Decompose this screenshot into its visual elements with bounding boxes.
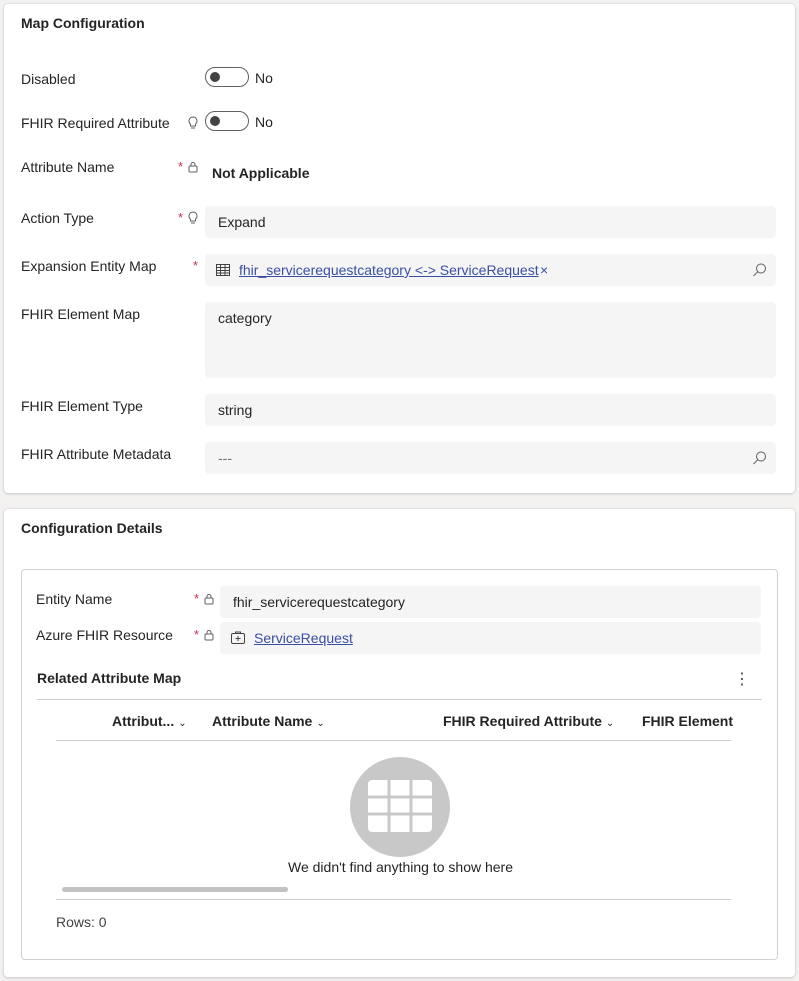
fhir-required-value: No — [255, 114, 273, 130]
column-header-label: Attribut... — [112, 713, 175, 729]
fhir-attribute-metadata-label: FHIR Attribute Metadata — [21, 446, 172, 462]
azure-fhir-resource-link[interactable]: ServiceRequest — [254, 622, 353, 654]
remove-icon[interactable]: × — [540, 254, 548, 286]
empty-state-message: We didn't find anything to show here — [288, 859, 513, 875]
column-header-label: FHIR Required Attribute — [443, 713, 602, 729]
azure-fhir-resource-field[interactable]: ServiceRequest — [220, 622, 761, 654]
entity-name-field[interactable]: fhir_servicerequestcategory — [220, 586, 761, 618]
empty-grid-icon — [350, 757, 450, 857]
fhir-attribute-metadata-field[interactable]: --- — [205, 442, 776, 474]
horizontal-scrollbar[interactable] — [62, 887, 288, 892]
expansion-entity-map-link[interactable]: fhir_servicerequestcategory <-> ServiceR… — [239, 254, 539, 286]
quick-view-form: Entity Name * fhir_servicerequestcategor… — [21, 569, 778, 960]
required-marker: * — [194, 591, 200, 606]
required-marker: * — [194, 627, 200, 642]
expansion-entity-map-field[interactable]: fhir_servicerequestcategory <-> ServiceR… — [205, 254, 776, 286]
column-header-attribute-name[interactable]: Attribute Name ⌄ — [212, 713, 325, 729]
lock-icon — [204, 630, 214, 641]
column-header-fhir-required[interactable]: FHIR Required Attribute ⌄ — [443, 713, 614, 729]
grid-header: Attribut... ⌄ Attribute Name ⌄ FHIR Requir… — [56, 713, 733, 741]
azure-fhir-resource-label: Azure FHIR Resource — [36, 627, 173, 643]
attribute-name-label: Attribute Name — [21, 159, 115, 175]
disabled-toggle[interactable] — [205, 67, 249, 87]
more-options-button[interactable]: ⋮ — [734, 669, 750, 689]
attribute-name-value: Not Applicable — [212, 165, 310, 181]
chevron-down-icon: ⌄ — [316, 718, 325, 729]
rows-count: Rows: 0 — [56, 914, 107, 930]
expansion-entity-map-label: Expansion Entity Map — [21, 258, 157, 274]
fhir-element-type-label: FHIR Element Type — [21, 398, 143, 414]
fhir-required-toggle[interactable] — [205, 111, 249, 131]
column-header-label: FHIR Element — [642, 713, 734, 729]
chevron-down-icon: ⌄ — [178, 718, 187, 729]
table-icon — [216, 264, 230, 276]
subgrid-divider — [37, 699, 762, 700]
lightbulb-icon — [188, 116, 198, 129]
entity-name-label: Entity Name — [36, 591, 113, 607]
column-header-label: Attribute Name — [212, 713, 313, 729]
section-title: Configuration Details — [21, 520, 163, 536]
fhir-element-map-field[interactable]: category — [205, 302, 776, 378]
toggle-knob — [210, 72, 220, 82]
lightbulb-icon — [188, 211, 198, 224]
required-marker: * — [178, 210, 184, 225]
toggle-knob — [210, 116, 220, 126]
footer-divider — [56, 899, 731, 900]
disabled-value: No — [255, 70, 273, 86]
disabled-label: Disabled — [21, 71, 76, 87]
section-title: Map Configuration — [21, 15, 145, 31]
action-type-field[interactable]: Expand — [205, 206, 776, 238]
required-marker: * — [178, 159, 184, 174]
fhir-element-map-label: FHIR Element Map — [21, 306, 141, 322]
column-header-attribute[interactable]: Attribut... ⌄ — [112, 713, 187, 729]
chevron-down-icon: ⌄ — [605, 718, 615, 729]
lock-icon — [188, 162, 198, 173]
required-marker: * — [193, 258, 199, 273]
fhir-element-type-field[interactable]: string — [205, 394, 776, 426]
search-icon[interactable] — [752, 262, 768, 278]
map-configuration-section: Map Configuration Disabled No FHIR Requi… — [4, 4, 795, 493]
column-header-fhir-element[interactable]: FHIR Element — [642, 713, 733, 729]
lock-icon — [204, 594, 214, 605]
search-icon[interactable] — [752, 450, 768, 466]
configuration-details-section: Configuration Details Entity Name * fhir… — [4, 509, 795, 977]
subgrid-title: Related Attribute Map — [37, 670, 182, 686]
fhir-required-label: FHIR Required Attribute — [21, 115, 170, 131]
action-type-label: Action Type — [21, 210, 94, 226]
resource-icon — [231, 631, 245, 644]
fhir-attribute-metadata-value: --- — [218, 450, 232, 466]
